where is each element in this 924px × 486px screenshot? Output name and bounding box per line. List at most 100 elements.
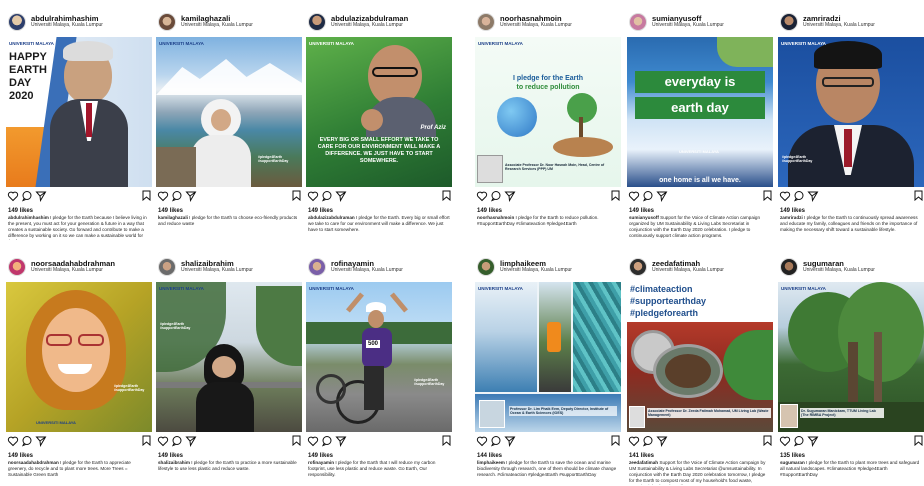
avatar[interactable] [158,12,176,31]
comment-icon[interactable] [21,190,33,202]
post-image[interactable]: UNIVERSITI MALAYA I pledge for the Earth… [475,37,621,187]
heart-icon[interactable] [628,435,640,447]
post-image[interactable]: #climateaction #supportearthday #pledgef… [627,282,773,432]
share-icon[interactable] [335,435,347,447]
heart-icon[interactable] [628,190,640,202]
comment-icon[interactable] [321,435,333,447]
like-count[interactable]: 149 likes [8,208,150,214]
share-icon[interactable] [656,190,668,202]
bookmark-icon[interactable] [292,190,301,201]
bookmark-icon[interactable] [442,190,451,201]
avatar[interactable] [477,12,495,31]
comment-icon[interactable] [793,190,805,202]
avatar[interactable] [780,257,798,276]
share-icon[interactable] [335,190,347,202]
heart-icon[interactable] [157,190,169,202]
caption-username[interactable]: kamilaghazali [158,215,188,220]
share-icon[interactable] [35,190,47,202]
share-icon[interactable] [35,435,47,447]
location[interactable]: Universiti Malaya, Kuala Lumpur [652,22,724,29]
location[interactable]: Universiti Malaya, Kuala Lumpur [803,267,875,274]
comment-icon[interactable] [21,435,33,447]
post-image[interactable]: Dr. Sugumaran Manickam, TTUM Living Lab … [778,282,924,432]
location[interactable]: Universiti Malaya, Kuala Lumpur [652,267,724,274]
bookmark-icon[interactable] [763,190,772,201]
location[interactable]: Universiti Malaya, Kuala Lumpur [500,22,572,29]
caption-username[interactable]: sugumaran [780,460,805,465]
share-icon[interactable] [185,190,197,202]
location[interactable]: Universiti Malaya, Kuala Lumpur [500,267,572,274]
post-image[interactable]: UNIVERSITI MALAYA HAPPY EARTH DAY 2020 [6,37,152,187]
location[interactable]: Universiti Malaya, Kuala Lumpur [331,267,403,274]
comment-icon[interactable] [490,435,502,447]
share-icon[interactable] [504,435,516,447]
location[interactable]: Universiti Malaya, Kuala Lumpur [803,22,875,29]
bookmark-icon[interactable] [142,435,151,446]
like-count[interactable]: 135 likes [780,453,922,459]
avatar[interactable] [8,12,26,31]
comment-icon[interactable] [642,435,654,447]
caption-username[interactable]: noorhasnahmoin [477,215,514,220]
bookmark-icon[interactable] [611,190,620,201]
post-image[interactable]: UNIVERSITI MALAYA EVERY BIG OR SMALL EFF… [306,37,452,187]
comment-icon[interactable] [321,190,333,202]
bookmark-icon[interactable] [611,435,620,446]
post-image[interactable]: UNIVERSITI MALAYA #pledge4Earth #support… [156,282,302,432]
avatar[interactable] [629,12,647,31]
heart-icon[interactable] [476,190,488,202]
bookmark-icon[interactable] [142,190,151,201]
heart-icon[interactable] [7,190,19,202]
bookmark-icon[interactable] [914,435,923,446]
like-count[interactable]: 149 likes [8,453,150,459]
heart-icon[interactable] [779,435,791,447]
bookmark-icon[interactable] [763,435,772,446]
like-count[interactable]: 149 likes [629,208,771,214]
caption-username[interactable]: noorsaadahabdrahman [8,460,59,465]
post-image[interactable]: UNIVERSITI MALAYA #pledge4Earth #support… [778,37,924,187]
like-count[interactable]: 144 likes [477,453,619,459]
caption-username[interactable]: abdulazizabdulraman [308,215,355,220]
post-image[interactable]: Professor Dr. Lim Phaik Eem, Deputy Dire… [475,282,621,432]
like-count[interactable]: 141 likes [629,453,771,459]
location[interactable]: Universiti Malaya, Kuala Lumpur [31,267,115,274]
bookmark-icon[interactable] [914,190,923,201]
share-icon[interactable] [807,190,819,202]
location[interactable]: Universiti Malaya, Kuala Lumpur [181,267,253,274]
avatar[interactable] [8,257,26,276]
heart-icon[interactable] [7,435,19,447]
caption-username[interactable]: rofinayamin [308,460,334,465]
caption-username[interactable]: zamriradzi [780,215,803,220]
location[interactable]: Universiti Malaya, Kuala Lumpur [181,22,253,29]
caption-username[interactable]: sumianyusoff [629,215,659,220]
like-count[interactable]: 149 likes [477,208,619,214]
caption-username[interactable]: abdulrahimhashim [8,215,49,220]
share-icon[interactable] [807,435,819,447]
heart-icon[interactable] [307,435,319,447]
share-icon[interactable] [504,190,516,202]
comment-icon[interactable] [171,435,183,447]
post-image[interactable]: 500 UNIVERSITI MALAYA #pledge4Earth #sup… [306,282,452,432]
like-count[interactable]: 149 likes [308,453,450,459]
caption-username[interactable]: zeedafatimah [629,460,658,465]
heart-icon[interactable] [307,190,319,202]
heart-icon[interactable] [779,190,791,202]
avatar[interactable] [477,257,495,276]
post-image[interactable]: everyday is earth day UNIVERSITI MALAYA … [627,37,773,187]
share-icon[interactable] [656,435,668,447]
caption-username[interactable]: shalizaibrahim [158,460,190,465]
like-count[interactable]: 149 likes [780,208,922,214]
comment-icon[interactable] [171,190,183,202]
avatar[interactable] [308,257,326,276]
avatar[interactable] [158,257,176,276]
location[interactable]: Universiti Malaya, Kuala Lumpur [331,22,408,29]
bookmark-icon[interactable] [442,435,451,446]
comment-icon[interactable] [793,435,805,447]
heart-icon[interactable] [157,435,169,447]
heart-icon[interactable] [476,435,488,447]
post-image[interactable]: #pledge4Earth #supportEarthDay UNIVERSIT… [6,282,152,432]
like-count[interactable]: 149 likes [158,453,300,459]
bookmark-icon[interactable] [292,435,301,446]
caption-username[interactable]: limphaikeem [477,460,505,465]
avatar[interactable] [780,12,798,31]
avatar[interactable] [629,257,647,276]
